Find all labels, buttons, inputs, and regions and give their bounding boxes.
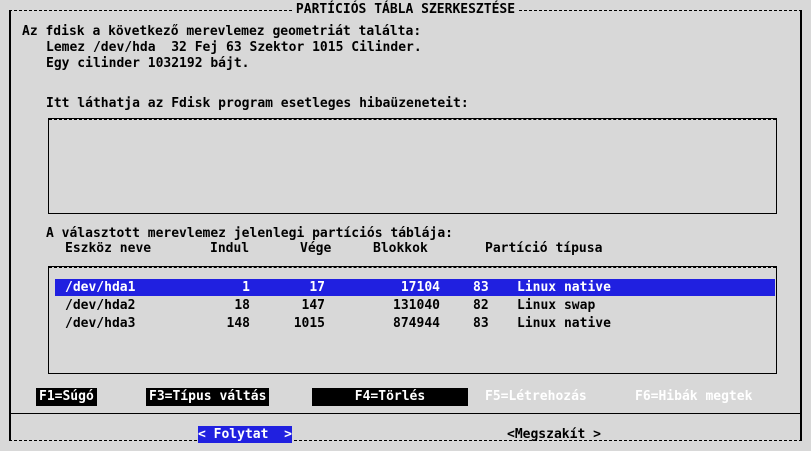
dialog-title-wrap: PARTÍCIÓS TÁBLA SZERKESZTÉSE xyxy=(0,2,811,18)
start-cell: 148 xyxy=(226,316,250,331)
geometry-intro: Az fdisk a következő merevlemez geometri… xyxy=(22,24,422,39)
end-cell: 1015 xyxy=(293,316,325,331)
dialog-title: PARTÍCIÓS TÁBLA SZERKESZTÉSE xyxy=(292,2,519,17)
f6-errors-key[interactable]: F6=Hibák megtek xyxy=(632,388,755,406)
partition-table-label: A választott merevlemez jelenlegi partíc… xyxy=(46,226,453,241)
continue-button[interactable]: < Folytat > xyxy=(198,426,292,443)
error-message-box[interactable] xyxy=(48,118,777,214)
start-cell: 18 xyxy=(234,298,250,313)
header-end: Vége xyxy=(300,241,332,256)
type-id-cell: 82 xyxy=(473,298,489,313)
type-id-cell: 83 xyxy=(473,280,489,295)
header-start: Indul xyxy=(210,241,250,256)
function-key-bar: F1=Súgó F3=Típus váltás F4=Törlés F5=Lét… xyxy=(36,388,797,406)
f3-change-type-key[interactable]: F3=Típus váltás xyxy=(146,388,270,406)
partition-box-top-border xyxy=(49,267,776,268)
f5-create-key[interactable]: F5=Létrehozás xyxy=(482,388,590,406)
type-id-cell: 83 xyxy=(473,316,489,331)
cancel-button[interactable]: <Megszakít > xyxy=(507,426,601,443)
end-cell: 147 xyxy=(301,298,325,313)
button-separator xyxy=(9,413,802,414)
geometry-disk-info: Lemez /dev/hda 32 Fej 63 Szektor 1015 Ci… xyxy=(46,40,422,55)
error-box-top-border xyxy=(49,119,776,120)
header-blocks: Blokkok xyxy=(373,241,428,256)
device-cell: /dev/hda2 xyxy=(65,298,136,313)
end-cell: 17 xyxy=(309,280,325,295)
fdisk-dialog: PARTÍCIÓS TÁBLA SZERKESZTÉSE Az fdisk a … xyxy=(0,0,811,451)
type-name-cell: Linux native xyxy=(517,280,611,295)
geometry-cylinder-size: Egy cilinder 1032192 bájt. xyxy=(46,56,250,71)
errors-label: Itt láthatja az Fdisk program esetleges … xyxy=(46,96,469,111)
partition-row[interactable]: /dev/hda2 18 147 131040 82 Linux swap xyxy=(55,297,775,314)
dialog-frame-right xyxy=(800,10,802,441)
dialog-frame-left xyxy=(9,10,11,441)
device-cell: /dev/hda3 xyxy=(65,316,136,331)
device-cell: /dev/hda1 xyxy=(65,280,136,295)
header-type: Partíció típusa xyxy=(485,241,603,256)
f4-delete-key[interactable]: F4=Törlés xyxy=(312,388,468,406)
type-name-cell: Linux swap xyxy=(517,298,596,313)
dialog-frame-bottom xyxy=(9,440,802,441)
blocks-cell: 131040 xyxy=(393,298,440,313)
type-name-cell: Linux native xyxy=(517,316,611,331)
blocks-cell: 17104 xyxy=(400,280,440,295)
partition-row[interactable]: /dev/hda3 148 1015 874944 83 Linux native xyxy=(55,315,775,332)
partition-row[interactable]: /dev/hda1 1 17 17104 83 Linux native xyxy=(55,279,775,296)
start-cell: 1 xyxy=(242,280,250,295)
blocks-cell: 874944 xyxy=(393,316,440,331)
header-device: Eszköz neve xyxy=(65,241,152,256)
f1-help-key[interactable]: F1=Súgó xyxy=(36,388,97,406)
